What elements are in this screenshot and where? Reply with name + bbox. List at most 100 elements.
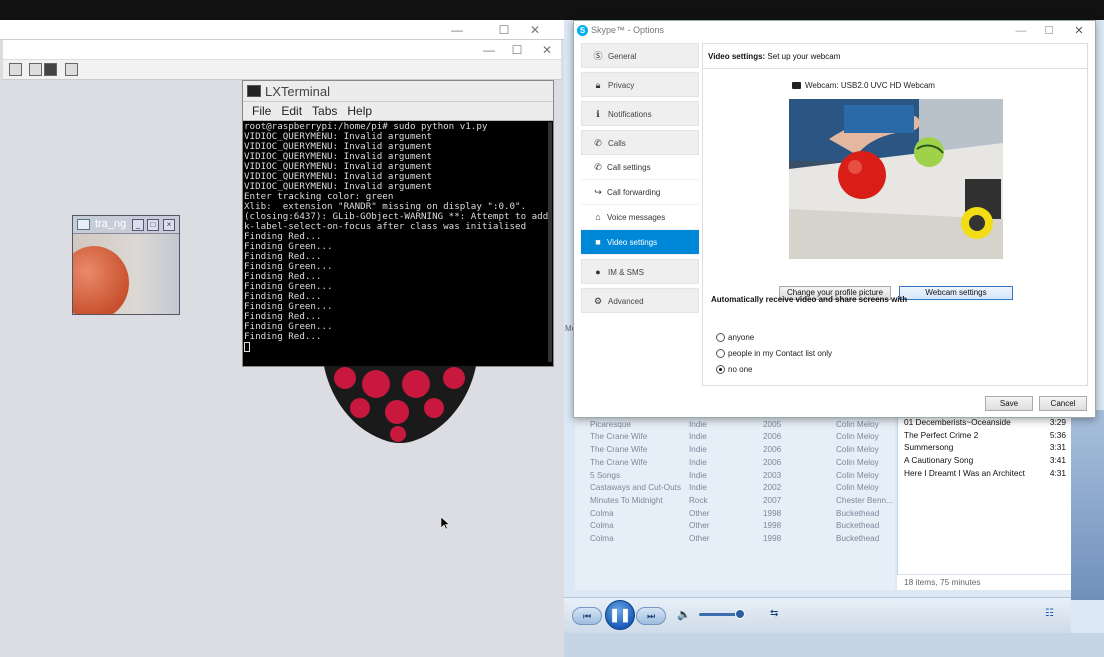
close-icon[interactable]: × bbox=[163, 219, 175, 231]
queue-row[interactable]: Here I Dreamt I Was an Architect 4:31 bbox=[904, 468, 1066, 481]
now-playing-list[interactable]: 01 Decemberists~Oceanside 3:29 The Perfect… bbox=[897, 410, 1071, 590]
menu-edit[interactable]: Edit bbox=[276, 102, 307, 120]
nav-general[interactable]: Ⓢ General bbox=[581, 43, 699, 68]
cancel-button[interactable]: Cancel bbox=[1039, 396, 1087, 411]
nav-voice-messages[interactable]: ⌂ Voice messages bbox=[581, 205, 699, 230]
close-icon[interactable]: ✕ bbox=[535, 40, 559, 60]
queue-row[interactable]: The Perfect Crime 2 5:36 bbox=[904, 430, 1066, 443]
title-cell: Minutes To Midnight bbox=[590, 495, 663, 505]
radio-button[interactable] bbox=[716, 333, 725, 342]
close-icon[interactable]: ✕ bbox=[1068, 23, 1090, 39]
maximize-icon[interactable]: ☐ bbox=[1038, 23, 1060, 39]
menu-help[interactable]: Help bbox=[342, 102, 377, 120]
paste-icon[interactable] bbox=[29, 63, 42, 76]
queue-title: The Perfect Crime 2 bbox=[904, 429, 979, 440]
lxterminal-title-bar: LXTerminal bbox=[243, 81, 553, 102]
queue-row[interactable]: 01 Decemberists~Oceanside 3:29 bbox=[904, 417, 1066, 430]
options-footer: Save Cancel bbox=[702, 386, 1088, 416]
nav-video-settings[interactable]: ■ Video settings bbox=[581, 230, 699, 255]
tracking-title: tra_ng bbox=[95, 218, 127, 230]
next-icon[interactable]: ⏭ bbox=[636, 607, 666, 625]
year-cell: 2006 bbox=[763, 445, 782, 455]
genre-cell: Other bbox=[689, 534, 710, 543]
red-ball bbox=[73, 246, 129, 314]
switch-view-icon[interactable]: ⇆ bbox=[770, 608, 778, 619]
library-row[interactable]: Castaways and Cut-Outs Indie 2002 Colin Mel… bbox=[575, 483, 895, 496]
library-row[interactable]: 5 Songs Indie 2003 Colin Meloy bbox=[575, 471, 895, 484]
fullscreen-icon[interactable] bbox=[65, 63, 78, 76]
library-row[interactable]: The Crane Wife Indie 2006 Colin Meloy bbox=[575, 458, 895, 471]
lxterminal-window[interactable]: LXTerminal File Edit Tabs Help root@rasp… bbox=[242, 80, 554, 367]
maximize-icon[interactable]: □ bbox=[147, 219, 159, 231]
maximize-icon[interactable]: ☐ bbox=[492, 20, 516, 40]
nav-im-sms[interactable]: ● IM & SMS bbox=[581, 259, 699, 284]
close-icon[interactable]: ✕ bbox=[523, 20, 547, 40]
minimize-icon[interactable]: — bbox=[477, 40, 501, 60]
title-cell: Picaresque bbox=[590, 419, 631, 429]
artist-cell: Buckethead bbox=[836, 534, 880, 543]
year-cell: 2006 bbox=[763, 457, 782, 467]
year-cell: 2007 bbox=[763, 495, 782, 505]
library-row[interactable]: Picaresque Indie 2005 Colin Meloy bbox=[575, 420, 895, 433]
queue-footer: 18 items, 75 minutes bbox=[897, 574, 1071, 590]
nav-notifications[interactable]: ℹ Notifications bbox=[581, 101, 699, 126]
artist-cell: Colin Meloy bbox=[836, 445, 879, 455]
nav-label: General bbox=[608, 52, 637, 61]
year-cell: 1998 bbox=[763, 534, 782, 543]
title-cell: The Crane Wife bbox=[590, 445, 648, 455]
minimize-icon[interactable]: _ bbox=[132, 219, 144, 231]
skype-options-window[interactable]: S Skype™ - Options — ☐ ✕ Ⓢ General 🔒︎ Pr… bbox=[573, 20, 1096, 418]
volume-icon[interactable]: 🔈 bbox=[677, 608, 691, 621]
library-row[interactable]: The Crane Wife Indie 2006 Colin Meloy bbox=[575, 432, 895, 445]
radio-button-selected[interactable] bbox=[716, 365, 725, 374]
nav-label: Notifications bbox=[608, 110, 652, 119]
lxterminal-title: LXTerminal bbox=[265, 84, 331, 99]
nav-privacy[interactable]: 🔒︎ Privacy bbox=[581, 72, 699, 97]
webcam-settings-button[interactable]: Webcam settings bbox=[899, 286, 1013, 300]
minimize-icon[interactable]: — bbox=[1010, 23, 1032, 39]
save-icon[interactable] bbox=[44, 63, 57, 76]
previous-icon[interactable]: ⏮ bbox=[572, 607, 602, 625]
nav-label: Video settings bbox=[607, 238, 658, 247]
genre-cell: Indie bbox=[689, 457, 707, 467]
nav-call-settings[interactable]: ✆ Call settings bbox=[581, 155, 699, 180]
artist-cell: Buckethead bbox=[836, 521, 880, 531]
radio-button[interactable] bbox=[716, 349, 725, 358]
genre-cell: Indie bbox=[689, 432, 707, 442]
minimize-icon[interactable]: — bbox=[445, 20, 469, 40]
save-button[interactable]: Save bbox=[985, 396, 1033, 411]
menu-tabs[interactable]: Tabs bbox=[307, 102, 342, 120]
playlist-view-icon[interactable]: ☷ bbox=[1045, 608, 1054, 619]
nav-call-forwarding[interactable]: ↪ Call forwarding bbox=[581, 180, 699, 205]
year-cell: 2002 bbox=[763, 483, 782, 493]
tracking-window[interactable]: tra_ng _ □ × bbox=[72, 215, 180, 315]
lock-icon: 🔒︎ bbox=[595, 80, 601, 90]
artist-cell: Colin Meloy bbox=[836, 432, 879, 442]
menu-file[interactable]: File bbox=[247, 102, 276, 120]
title-cell: The Crane Wife bbox=[590, 457, 648, 467]
volume-slider-knob[interactable] bbox=[735, 609, 745, 619]
nav-label: Advanced bbox=[608, 297, 644, 306]
title-cell: Colma bbox=[590, 508, 614, 518]
queue-row[interactable]: A Cautionary Song 3:41 bbox=[904, 455, 1066, 468]
library-row[interactable]: The Crane Wife Indie 2006 Colin Meloy bbox=[575, 445, 895, 458]
radio-label: no one bbox=[728, 365, 753, 374]
nav-calls[interactable]: ✆ Calls bbox=[581, 130, 699, 155]
library-row[interactable]: Colma Other 1998 Buckethead bbox=[575, 509, 895, 522]
terminal-scrollbar[interactable] bbox=[548, 122, 552, 362]
queue-row[interactable]: Summersong 3:31 bbox=[904, 442, 1066, 455]
webcam-icon bbox=[792, 82, 801, 89]
nav-label: Calls bbox=[608, 139, 626, 148]
queue-duration: 3:41 bbox=[1049, 455, 1066, 466]
play-pause-button[interactable]: ❚❚ bbox=[605, 600, 635, 630]
nav-advanced[interactable]: ⚙ Advanced bbox=[581, 288, 699, 313]
viewer-toolbar bbox=[3, 60, 561, 80]
media-library-list[interactable]: PicaresqueIndie2005Colin MeloyPicaresque… bbox=[575, 407, 895, 590]
library-row[interactable]: Colma Other 1998 Buckethead bbox=[575, 521, 895, 534]
library-row[interactable]: Colma Other 1998 Buckethead bbox=[575, 534, 895, 547]
maximize-icon[interactable]: ☐ bbox=[505, 40, 529, 60]
terminal-output[interactable]: root@raspberrypi:/home/pi# sudo python v… bbox=[243, 121, 553, 366]
queue-title: A Cautionary Song bbox=[904, 455, 974, 466]
copy-icon[interactable] bbox=[9, 63, 22, 76]
library-row[interactable]: Minutes To Midnight Rock 2007 Chester Benn.… bbox=[575, 496, 895, 509]
